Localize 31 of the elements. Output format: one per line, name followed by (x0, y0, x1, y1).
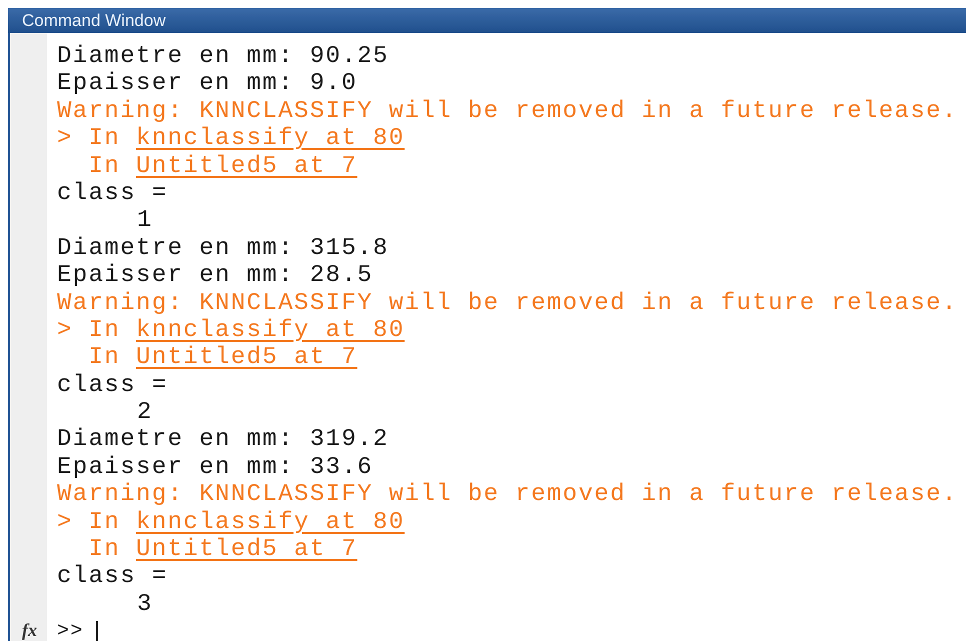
trace-link[interactable]: knnclassify at 80 (136, 316, 405, 344)
output-value: 3 (137, 590, 153, 618)
warning-text: Warning: KNNCLASSIFY will be removed in a future release. (57, 290, 958, 317)
output-text: Epaisser en mm: 28.5 (57, 262, 374, 290)
output-text: Epaisser en mm: 33.6 (57, 454, 374, 481)
stack-trace-line: > In knnclassify at 80 (57, 508, 405, 536)
trace-link[interactable]: knnclassify at 80 (136, 508, 405, 536)
text-cursor[interactable] (96, 620, 98, 641)
trace-link[interactable]: Untitled5 at 7 (136, 152, 358, 180)
stack-trace-line: In Untitled5 at 7 (88, 152, 358, 180)
warning-text: Warning: KNNCLASSIFY will be removed in a future release. (57, 98, 958, 125)
function-icon[interactable]: fx (10, 619, 47, 641)
stack-trace-line: In Untitled5 at 7 (88, 344, 358, 372)
window-title: Command Window (22, 10, 166, 32)
output-value: 1 (137, 207, 153, 234)
output-text: class = (57, 180, 168, 207)
output-value: 2 (137, 399, 153, 426)
stack-trace-line: > In knnclassify at 80 (57, 125, 405, 152)
warning-text: Warning: KNNCLASSIFY will be removed in a future release. (57, 481, 958, 508)
output-text: Diametre en mm: 315.8 (57, 234, 389, 262)
stack-trace-line: In Untitled5 at 7 (88, 536, 358, 564)
output-text: Diametre en mm: 319.2 (57, 426, 389, 454)
output-text: Epaisser en mm: 9.0 (57, 70, 358, 98)
command-prompt: >> (57, 619, 84, 641)
trace-link[interactable]: knnclassify at 80 (136, 125, 405, 152)
trace-link[interactable]: Untitled5 at 7 (136, 344, 358, 372)
stack-trace-line: > In knnclassify at 80 (57, 316, 405, 344)
trace-link[interactable]: Untitled5 at 7 (136, 536, 358, 564)
output-text: class = (57, 563, 168, 590)
output-text: Diametre en mm: 90.25 (57, 43, 389, 70)
output-text: class = (57, 372, 168, 399)
